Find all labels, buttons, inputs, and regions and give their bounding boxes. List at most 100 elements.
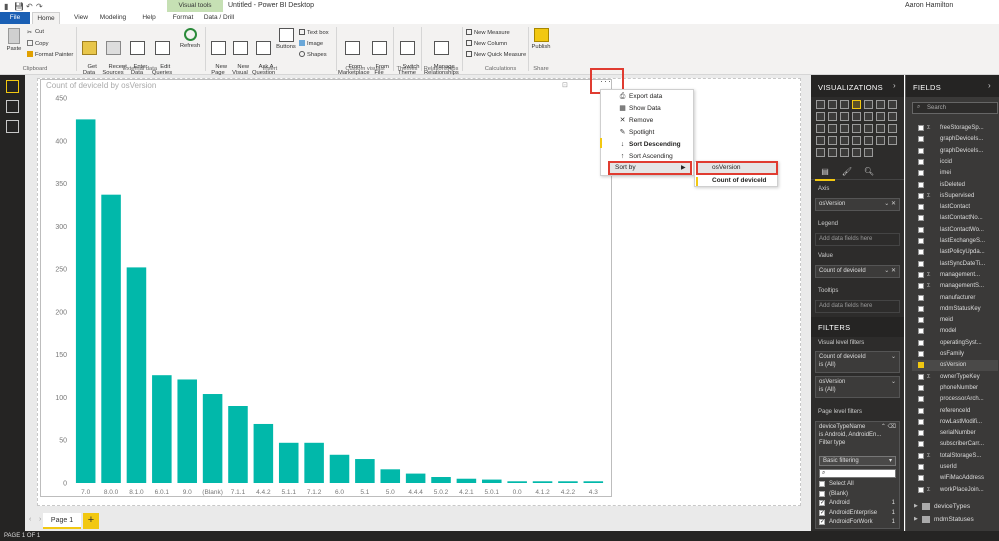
field-item[interactable]: model [912, 326, 998, 337]
checkbox[interactable] [819, 481, 825, 487]
field-item[interactable]: graphDeviceIs... [912, 146, 998, 157]
field-item[interactable]: ΣisSupervised [912, 191, 998, 202]
bar-5.0[interactable] [380, 469, 401, 483]
checkbox[interactable] [918, 238, 924, 244]
menu-export-data[interactable]: ⎙ Export data [601, 91, 693, 103]
field-item[interactable]: Σmanagement... [912, 270, 998, 281]
waterfall-icon[interactable] [876, 112, 885, 121]
submenu-count-deviceid[interactable]: Count of deviceId [712, 175, 767, 187]
field-item[interactable]: graphDeviceIs... [912, 134, 998, 145]
add-page-button[interactable]: + [83, 513, 99, 529]
checkbox[interactable] [918, 147, 924, 154]
filter-card-count-deviceid[interactable]: Count of deviceId is (All) ⌄ [815, 351, 900, 373]
bar-4.2.1[interactable] [456, 478, 477, 483]
checkbox[interactable] [918, 215, 924, 222]
field-item[interactable]: lastContactWo... [912, 225, 998, 236]
bar-9.0[interactable] [177, 379, 197, 483]
checkbox[interactable] [918, 226, 924, 233]
stacked-bar-icon[interactable] [816, 100, 825, 109]
paste-button[interactable]: Paste [4, 28, 24, 53]
field-item[interactable]: lastExchangeS... [912, 236, 998, 247]
bar-8.1.0[interactable] [126, 267, 147, 483]
menu-remove[interactable]: ✕ Remove [601, 115, 693, 127]
bar-4.4.4[interactable] [405, 473, 426, 483]
remove-field-icon[interactable]: ⌄ ✕ [884, 199, 896, 210]
new-column-button[interactable]: New Column [466, 40, 507, 48]
filter-value-item[interactable]: (Blank) [819, 490, 899, 498]
more-icon[interactable] [840, 148, 849, 157]
bar-4.2.2[interactable] [558, 481, 578, 483]
chevron-right-icon[interactable]: › [39, 516, 41, 523]
checkbox[interactable] [918, 475, 924, 482]
field-item[interactable]: phoneNumber [912, 383, 998, 394]
bar-4.1.2[interactable] [532, 481, 553, 483]
bar-6.0.1[interactable] [152, 375, 172, 483]
bar-6.0[interactable] [329, 454, 350, 483]
gauge-icon[interactable] [888, 124, 897, 133]
relationships-view-icon[interactable] [6, 120, 19, 133]
stacked-area-icon[interactable] [828, 112, 837, 121]
bar-5.0.1[interactable] [482, 479, 502, 483]
checkbox[interactable] [918, 396, 924, 403]
checkbox[interactable] [918, 328, 924, 335]
table-item[interactable]: ▶ mdmStatuses [912, 514, 998, 525]
field-item[interactable]: subscriberCarr... [912, 439, 998, 450]
field-item[interactable]: userId [912, 462, 998, 473]
filter-value-item[interactable]: AndroidForWork 1 [819, 518, 899, 526]
cut-button[interactable]: ✂ Cut [27, 29, 44, 36]
focus-mode-icon[interactable]: ⊡ [562, 81, 568, 89]
field-item[interactable]: osFamily [912, 349, 998, 360]
checkbox[interactable] [918, 430, 924, 437]
legend-well[interactable]: Add data fields here [815, 233, 900, 246]
tab-home[interactable]: Home [32, 12, 60, 24]
collapse-eraser-icon[interactable]: ⌃ ⌫ [881, 423, 896, 431]
stacked-column-icon[interactable] [828, 100, 837, 109]
value-well[interactable]: Count of deviceId ⌄ ✕ [815, 265, 900, 278]
filter-card-osversion[interactable]: osVersion is (All) ⌄ [815, 376, 900, 398]
filter-type-select[interactable]: Basic filtering ▾ [819, 456, 896, 466]
tab-format[interactable]: Format [170, 12, 196, 24]
r-visual-icon[interactable] [888, 136, 897, 145]
filter-value-item[interactable]: AndroidEnterprise 1 [819, 509, 899, 517]
100-bar-icon[interactable] [864, 100, 873, 109]
checkbox[interactable] [918, 158, 924, 165]
more-options-button[interactable]: ··· [600, 76, 612, 86]
field-item[interactable]: isDeleted [912, 180, 998, 191]
expand-icon[interactable]: ▶ [914, 501, 918, 512]
clustered-column-icon[interactable] [852, 100, 861, 109]
fields-well-icon[interactable]: ▤ [819, 167, 831, 178]
field-item[interactable]: imei [912, 168, 998, 179]
tab-view[interactable]: View [68, 12, 94, 24]
tooltips-well[interactable]: Add data fields here [815, 300, 900, 313]
kpi-icon[interactable] [840, 136, 849, 145]
field-item[interactable]: ΣownerTypeKey [912, 372, 998, 383]
checkbox[interactable] [918, 249, 924, 256]
checkbox[interactable] [918, 204, 924, 211]
checkbox[interactable] [918, 418, 924, 425]
filter-value-item[interactable]: Android 1 [819, 499, 899, 507]
shapes-button[interactable]: Shapes [299, 51, 327, 59]
checkbox[interactable] [918, 283, 924, 290]
redo-icon[interactable]: ↷ [36, 2, 43, 11]
checkbox[interactable] [918, 486, 924, 493]
globe-icon[interactable] [816, 148, 825, 157]
field-item[interactable]: wiFiMacAddress [912, 473, 998, 484]
line-clustered-icon[interactable] [852, 112, 861, 121]
field-item[interactable]: osVersion [912, 360, 998, 372]
data-view-icon[interactable] [6, 100, 19, 113]
field-item[interactable]: rowLastModifi... [912, 417, 998, 428]
paint-roller-icon[interactable]: 🖌︎ [841, 167, 853, 178]
bar-5.0.2[interactable] [431, 477, 451, 483]
checkbox[interactable] [819, 490, 825, 497]
user-name[interactable]: Aaron Hamilton [905, 0, 953, 12]
bar-5.1.1[interactable] [278, 442, 299, 483]
checkbox[interactable] [819, 518, 825, 526]
fields-search-input[interactable]: Search [912, 102, 998, 114]
checkbox[interactable] [918, 271, 924, 278]
tab-help[interactable]: Help [138, 12, 160, 24]
chevron-down-icon[interactable]: ⌄ [891, 353, 896, 361]
filled-map-icon[interactable] [864, 124, 873, 133]
field-item[interactable]: serialNumber [912, 428, 998, 439]
visual-icon[interactable] [852, 148, 861, 157]
publish-button[interactable]: Publish [530, 28, 552, 51]
